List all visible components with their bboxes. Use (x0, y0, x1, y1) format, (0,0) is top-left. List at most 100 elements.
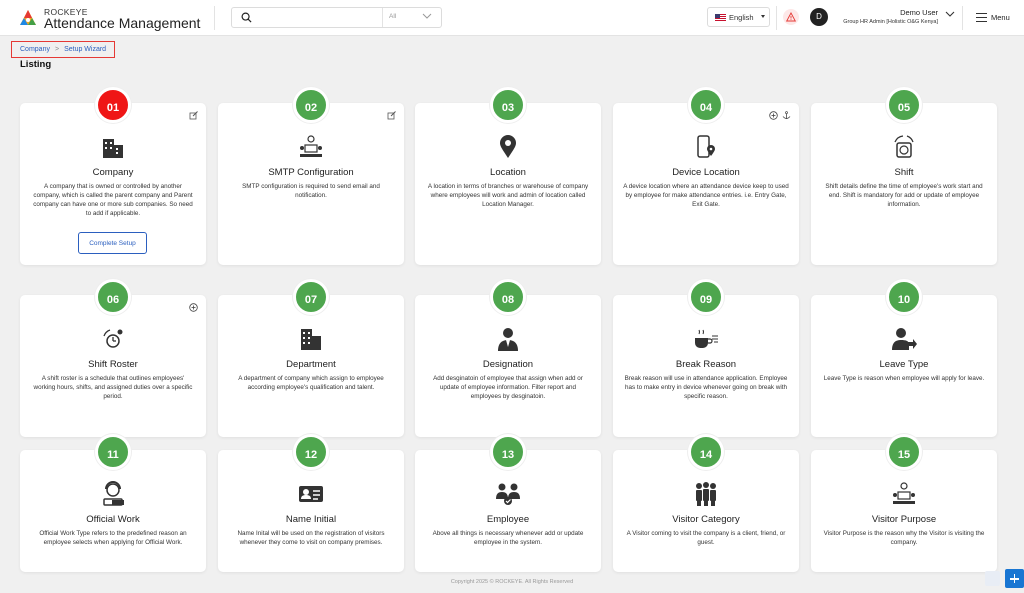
card-title: Shift (894, 167, 914, 178)
search-scope-value: All (389, 13, 397, 20)
card-title: Visitor Purpose (871, 514, 937, 525)
breadcrumb-company[interactable]: Company (20, 46, 50, 53)
card-actions (769, 111, 791, 120)
footer-copyright: Copyright 2025 © ROCKEYE. All Rights Res… (450, 579, 574, 585)
search-input[interactable] (260, 10, 380, 25)
breadcrumb-setup-wizard[interactable]: Setup Wizard (64, 46, 106, 53)
card-title: SMTP Configuration (268, 167, 354, 178)
menu-label: Menu (991, 13, 1010, 22)
card-title: Department (286, 359, 336, 370)
step-number: 01 (95, 87, 131, 123)
language-value: English (729, 13, 754, 22)
employee-icon (496, 483, 520, 505)
page-title: Listing (20, 59, 52, 70)
step-number: 04 (688, 87, 724, 123)
designation-icon (498, 328, 518, 351)
card-description: A shift roster is a schedule that outlin… (33, 375, 193, 400)
department-icon (301, 329, 321, 350)
setup-card-location[interactable]: 03 Location A location in terms of branche… (415, 87, 601, 265)
card-title: Shift Roster (88, 359, 138, 370)
step-number: 09 (688, 279, 724, 315)
location-pin-icon (500, 135, 516, 158)
card-title: Device Location (672, 167, 740, 178)
add-circle-icon[interactable] (769, 111, 778, 120)
card-description: A device location where an attendance de… (623, 183, 789, 208)
card-description: A department of company which assign to … (238, 375, 384, 391)
card-description: Official Work Type refers to the predefi… (39, 530, 187, 546)
setup-card-smtp-configuration[interactable]: 02 SMTP Configuration SMTP configuration i… (218, 87, 404, 265)
top-header: ROCKEYE Attendance Management All Englis… (0, 0, 1024, 36)
setup-card-department[interactable]: 07 Department A department of company whic… (218, 279, 404, 437)
breadcrumb: Company > Setup Wizard (11, 41, 116, 58)
step-number: 11 (95, 434, 131, 470)
official-work-icon (103, 481, 124, 506)
leave-icon (892, 328, 917, 350)
divider (962, 6, 963, 30)
card-description: Shift details define the time of employe… (825, 183, 983, 208)
shift-roster-icon (103, 329, 123, 348)
card-description: Name Inital will be used on the registra… (237, 530, 385, 546)
warning-icon (786, 12, 796, 22)
setup-card-designation[interactable]: 08 Designation Add desginatoin of employee… (415, 279, 601, 437)
shift-icon (894, 135, 914, 158)
hamburger-icon (976, 13, 987, 22)
add-button[interactable] (1005, 569, 1024, 588)
caret-down-icon (761, 15, 765, 18)
search-box: All (231, 7, 442, 28)
id-card-icon (299, 486, 323, 502)
user-role: Group HR Admin [Holistic O&G Kenya] (843, 19, 938, 25)
search-scope-select[interactable]: All (382, 8, 442, 27)
app-title: Attendance Management (44, 15, 201, 31)
setup-card-device-location[interactable]: 04 Device Location A device location where… (613, 87, 799, 265)
setup-card-official-work[interactable]: 11 Official Work Official Work Type refers… (20, 434, 206, 572)
card-description: Break reason will use in attendance appl… (624, 375, 788, 400)
meeting-icon (893, 482, 915, 504)
step-number: 05 (886, 87, 922, 123)
card-title: Designation (482, 359, 534, 370)
card-title: Leave Type (879, 359, 929, 370)
device-location-icon (697, 135, 715, 158)
setup-card-break-reason[interactable]: 09 Break Reason Break reason will use in a… (613, 279, 799, 437)
card-actions (189, 111, 198, 120)
step-number: 06 (95, 279, 131, 315)
menu-button[interactable]: Menu (976, 11, 1016, 25)
setup-card-name-initial[interactable]: 12 Name Initial Name Inital will be used o… (218, 434, 404, 572)
language-select[interactable]: English (707, 7, 770, 27)
alert-button[interactable] (783, 9, 799, 25)
step-number: 03 (490, 87, 526, 123)
step-number: 13 (490, 434, 526, 470)
scroll-button[interactable] (985, 571, 1000, 586)
card-description: Add desginatoin of employee that assign … (433, 375, 583, 400)
card-description: Leave Type is reason when employee will … (823, 375, 985, 382)
rockeye-logo-icon (20, 10, 36, 25)
card-description: SMTP configuration is required to send e… (242, 183, 380, 199)
step-number: 07 (293, 279, 329, 315)
setup-card-leave-type[interactable]: 10 Leave Type Leave Type is reason when em… (811, 279, 997, 437)
card-title: Break Reason (675, 359, 737, 370)
setup-card-employee[interactable]: 13 Employee Above all things is necessary … (415, 434, 601, 572)
edit-icon[interactable] (387, 111, 396, 120)
add-circle-icon[interactable] (189, 303, 198, 312)
divider (776, 6, 777, 30)
smtp-icon (300, 135, 322, 157)
card-description: A location in terms of branches or wareh… (427, 183, 589, 208)
setup-card-visitor-category[interactable]: 14 Visitor Category A Visitor coming to vi… (613, 434, 799, 572)
user-name[interactable]: Demo User (818, 8, 938, 17)
setup-card-shift-roster[interactable]: 06 Shift Roster A shift roster is a schedu… (20, 279, 206, 437)
setup-card-company[interactable]: 01 Company A company that is owned or cont… (20, 87, 206, 265)
card-title: Name Initial (285, 514, 337, 525)
anchor-icon[interactable] (782, 111, 791, 120)
step-number: 12 (293, 434, 329, 470)
search-icon[interactable] (241, 12, 252, 23)
card-description: A company that is owned or controlled by… (33, 183, 193, 217)
card-title: Location (490, 167, 526, 178)
setup-card-shift[interactable]: 05 Shift Shift details define the time of … (811, 87, 997, 265)
step-number: 10 (886, 279, 922, 315)
step-number: 08 (490, 279, 526, 315)
edit-icon[interactable] (189, 111, 198, 120)
chevron-down-icon[interactable] (945, 11, 955, 18)
setup-card-visitor-purpose[interactable]: 15 Visitor Purpose Visitor Purpose is the … (811, 434, 997, 572)
step-number: 02 (293, 87, 329, 123)
us-flag-icon (715, 14, 726, 22)
complete-setup-button[interactable]: Complete Setup (78, 232, 147, 254)
